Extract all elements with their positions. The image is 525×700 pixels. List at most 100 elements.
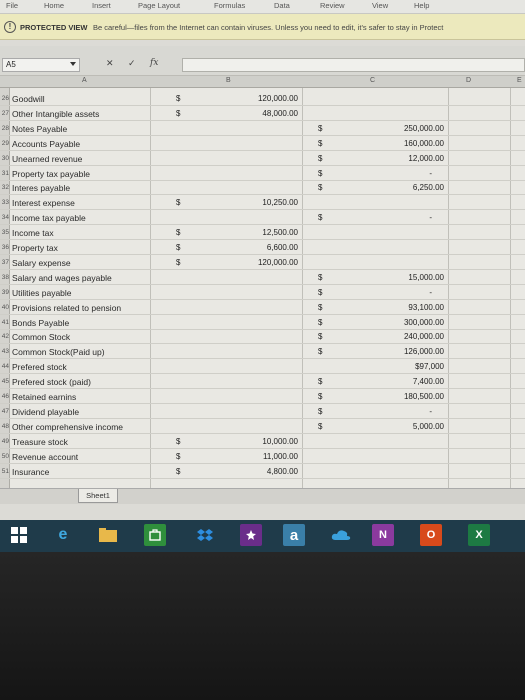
dollar-sign-cell[interactable]: $ — [318, 318, 322, 327]
account-label-cell[interactable]: Income tax payable — [12, 213, 86, 223]
dollar-sign-cell[interactable]: $ — [318, 124, 322, 133]
store-icon[interactable] — [144, 524, 166, 546]
chevron-down-icon[interactable] — [70, 62, 76, 66]
dollar-sign-cell[interactable]: $ — [318, 183, 322, 192]
account-label-cell[interactable]: Notes Payable — [12, 124, 67, 134]
dollar-sign-cell[interactable]: $ — [176, 94, 180, 103]
credit-amount-cell[interactable]: 93,100.00 — [360, 303, 444, 312]
dollar-sign-cell[interactable]: $ — [318, 213, 322, 222]
account-label-cell[interactable]: Salary and wages payable — [12, 273, 112, 283]
row-number[interactable]: 36 — [0, 244, 10, 251]
row-number[interactable]: 33 — [0, 199, 10, 206]
row-number[interactable]: 38 — [0, 274, 10, 281]
dollar-sign-cell[interactable]: $ — [318, 347, 322, 356]
account-label-cell[interactable]: Interest expense — [12, 198, 75, 208]
account-label-cell[interactable]: Retained earnins — [12, 392, 76, 402]
row-number[interactable]: 41 — [0, 319, 10, 326]
credit-amount-cell[interactable]: 15,000.00 — [360, 273, 444, 282]
folder-icon[interactable] — [97, 524, 119, 546]
row-number[interactable]: 37 — [0, 259, 10, 266]
account-label-cell[interactable]: Property tax payable — [12, 169, 90, 179]
dollar-sign-cell[interactable]: $ — [318, 288, 322, 297]
row-number[interactable]: 44 — [0, 363, 10, 370]
row-number[interactable]: 51 — [0, 468, 10, 475]
tab-page-layout[interactable]: Page Layout — [138, 1, 180, 10]
account-label-cell[interactable]: Dividend playable — [12, 407, 79, 417]
tab-insert[interactable]: Insert — [92, 1, 111, 10]
dollar-sign-cell[interactable]: $ — [318, 273, 322, 282]
account-label-cell[interactable]: Insurance — [12, 467, 49, 477]
onedrive-icon[interactable] — [330, 524, 352, 546]
column-header-b[interactable]: B — [226, 77, 231, 84]
account-label-cell[interactable]: Other comprehensive income — [12, 422, 123, 432]
credit-amount-cell[interactable]: 240,000.00 — [360, 332, 444, 341]
credit-amount-cell[interactable]: 250,000.00 — [360, 124, 444, 133]
tab-view[interactable]: View — [372, 1, 388, 10]
name-box[interactable]: A5 — [2, 58, 80, 72]
row-number[interactable]: 27 — [0, 110, 10, 117]
office-icon[interactable]: O — [420, 524, 442, 546]
credit-amount-cell[interactable]: 300,000.00 — [360, 318, 444, 327]
credit-amount-cell[interactable]: 6,250.00 — [360, 183, 444, 192]
account-label-cell[interactable]: Property tax — [12, 243, 58, 253]
credit-dash-cell[interactable]: - — [360, 213, 444, 222]
account-label-cell[interactable]: Common Stock — [12, 332, 70, 342]
onenote-icon[interactable]: N — [372, 524, 394, 546]
row-number[interactable]: 50 — [0, 453, 10, 460]
row-number[interactable]: 42 — [0, 333, 10, 340]
formula-input[interactable] — [182, 58, 525, 72]
ie-icon[interactable]: e — [52, 524, 74, 546]
account-label-cell[interactable]: Salary expense — [12, 258, 71, 268]
credit-amount-cell[interactable]: 5,000.00 — [360, 422, 444, 431]
account-label-cell[interactable]: Bonds Payable — [12, 318, 69, 328]
debit-amount-cell[interactable]: 11,000.00 — [220, 452, 298, 461]
credit-dash-cell[interactable]: - — [360, 288, 444, 297]
insert-function-icon[interactable]: fx — [150, 58, 158, 68]
row-number[interactable]: 26 — [0, 95, 10, 102]
account-label-cell[interactable]: Income tax — [12, 228, 54, 238]
debit-amount-cell[interactable]: 10,250.00 — [220, 198, 298, 207]
account-label-cell[interactable]: Interes payable — [12, 183, 70, 193]
debit-amount-cell[interactable]: 10,000.00 — [220, 437, 298, 446]
account-label-cell[interactable]: Goodwill — [12, 94, 45, 104]
dollar-sign-cell[interactable]: $ — [318, 392, 322, 401]
dollar-sign-cell[interactable]: $ — [176, 243, 180, 252]
debit-amount-cell[interactable]: 6,600.00 — [220, 243, 298, 252]
account-label-cell[interactable]: Provisions related to pension — [12, 303, 121, 313]
dollar-sign-cell[interactable]: $ — [176, 467, 180, 476]
credit-amount-cell[interactable]: 160,000.00 — [360, 139, 444, 148]
account-label-cell[interactable]: Prefered stock (paid) — [12, 377, 91, 387]
row-number[interactable]: 32 — [0, 184, 10, 191]
account-label-cell[interactable]: Prefered stock — [12, 362, 67, 372]
credit-amount-cell[interactable]: $97,000 — [360, 362, 444, 371]
tab-home[interactable]: Home — [44, 1, 64, 10]
dollar-sign-cell[interactable]: $ — [176, 228, 180, 237]
credit-amount-cell[interactable]: 180,500.00 — [360, 392, 444, 401]
row-number[interactable]: 45 — [0, 378, 10, 385]
amazon-icon[interactable]: a — [283, 524, 305, 546]
row-number[interactable]: 49 — [0, 438, 10, 445]
row-number[interactable]: 30 — [0, 155, 10, 162]
account-label-cell[interactable]: Unearned revenue — [12, 154, 82, 164]
dollar-sign-cell[interactable]: $ — [176, 109, 180, 118]
row-number[interactable]: 48 — [0, 423, 10, 430]
debit-amount-cell[interactable]: 12,500.00 — [220, 228, 298, 237]
tab-review[interactable]: Review — [320, 1, 345, 10]
column-header-a[interactable]: A — [82, 77, 87, 84]
cancel-icon[interactable]: ✕ — [106, 58, 114, 69]
dollar-sign-cell[interactable]: $ — [318, 422, 322, 431]
dollar-sign-cell[interactable]: $ — [318, 377, 322, 386]
debit-amount-cell[interactable]: 120,000.00 — [220, 94, 298, 103]
dollar-sign-cell[interactable]: $ — [176, 198, 180, 207]
worksheet-grid[interactable]: 26 27 28 29 30 31 32 33 34 35 36 37 38 39 40 41 42 43 44 45… — [0, 88, 525, 488]
column-header-c[interactable]: C — [370, 77, 375, 84]
dollar-sign-cell[interactable]: $ — [176, 437, 180, 446]
photos-icon[interactable] — [240, 524, 262, 546]
account-label-cell[interactable]: Common Stock(Paid up) — [12, 347, 105, 357]
row-number[interactable]: 29 — [0, 140, 10, 147]
tab-file[interactable]: File — [6, 1, 18, 10]
credit-dash-cell[interactable]: - — [360, 169, 444, 178]
account-label-cell[interactable]: Accounts Payable — [12, 139, 80, 149]
debit-amount-cell[interactable]: 48,000.00 — [220, 109, 298, 118]
dollar-sign-cell[interactable]: $ — [318, 169, 322, 178]
